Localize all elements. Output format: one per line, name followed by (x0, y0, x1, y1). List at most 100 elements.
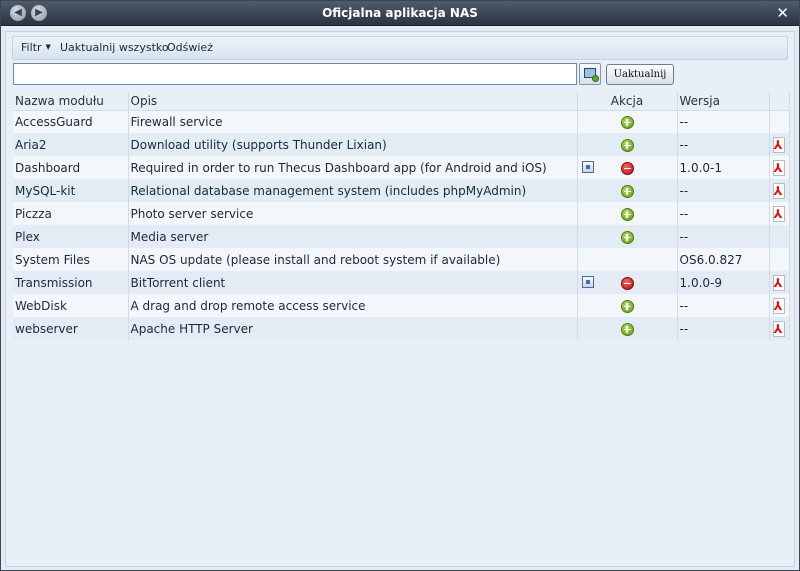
module-version: -- (677, 317, 770, 340)
pdf-swirl-shape: ⅄ (773, 137, 783, 152)
action-cell (577, 271, 678, 294)
module-description: Photo server service (128, 202, 578, 225)
column-header-docs (769, 92, 790, 111)
module-description: Firewall service (128, 110, 578, 133)
refresh-button[interactable]: Odśwież (167, 41, 213, 54)
upload-update-button[interactable]: Uaktualnij (606, 64, 674, 85)
docs-cell (769, 225, 790, 248)
module-name: Transmission (13, 271, 129, 294)
remove-icon[interactable] (620, 161, 634, 175)
table-row[interactable]: AccessGuard Firewall service -- (13, 110, 790, 133)
table-row[interactable]: Piczza Photo server service -- ⅄ (13, 202, 790, 225)
action-cell (577, 133, 678, 156)
update-all-button[interactable]: Uaktualnij wszystko (60, 41, 169, 54)
docs-cell (769, 248, 790, 271)
pdf-icon[interactable]: ⅄ (772, 320, 786, 337)
module-name: AccessGuard (13, 110, 129, 133)
module-name: System Files (13, 248, 129, 271)
module-description: Required in order to run Thecus Dashboar… (128, 156, 578, 179)
chevron-down-icon: ▼ (45, 43, 51, 51)
action-cell (577, 294, 678, 317)
table-row[interactable]: webserver Apache HTTP Server -- ⅄ (13, 317, 790, 340)
docs-cell (769, 110, 790, 133)
modules-table: Nazwa modułu Opis Akcja Wersja AccessGua… (13, 92, 790, 340)
pdf-icon[interactable]: ⅄ (772, 297, 786, 314)
module-version: OS6.0.827 (677, 248, 770, 271)
docs-cell: ⅄ (769, 179, 790, 202)
module-version: -- (677, 133, 770, 156)
module-description: Download utility (supports Thunder Lixia… (128, 133, 578, 156)
table-row[interactable]: Plex Media server -- (13, 225, 790, 248)
open-app-icon[interactable] (581, 276, 594, 288)
filter-menu[interactable]: Filtr ▼ (21, 41, 51, 54)
search-row: Uaktualnij (13, 63, 783, 87)
action-cell (577, 225, 678, 248)
search-input[interactable] (13, 63, 577, 85)
module-name: Aria2 (13, 133, 129, 156)
module-description: Relational database management system (i… (128, 179, 578, 202)
pdf-swirl-shape: ⅄ (773, 298, 783, 313)
action-cell (577, 248, 678, 271)
module-name: WebDisk (13, 294, 129, 317)
pdf-swirl-shape: ⅄ (773, 160, 783, 175)
pdf-icon[interactable]: ⅄ (772, 136, 786, 153)
action-cell (577, 110, 678, 133)
close-icon[interactable]: ✕ (776, 4, 789, 22)
open-app-icon[interactable] (581, 161, 594, 173)
install-icon[interactable] (620, 184, 634, 198)
pdf-icon[interactable]: ⅄ (772, 159, 786, 176)
install-icon[interactable] (620, 230, 634, 244)
table-row[interactable]: WebDisk A drag and drop remote access ser… (13, 294, 790, 317)
docs-cell: ⅄ (769, 156, 790, 179)
action-cell (577, 317, 678, 340)
docs-cell: ⅄ (769, 317, 790, 340)
column-header-name[interactable]: Nazwa modułu (13, 92, 129, 111)
module-name: MySQL-kit (13, 179, 129, 202)
pdf-icon[interactable]: ⅄ (772, 182, 786, 199)
install-icon[interactable] (620, 322, 634, 336)
pdf-swirl-shape: ⅄ (773, 275, 783, 290)
table-row[interactable]: Aria2 Download utility (supports Thunder … (13, 133, 790, 156)
docs-cell: ⅄ (769, 133, 790, 156)
module-version: -- (677, 179, 770, 202)
browse-file-button[interactable] (579, 63, 601, 85)
table-header-row: Nazwa modułu Opis Akcja Wersja (13, 92, 790, 111)
table-row[interactable]: System Files NAS OS update (please instal… (13, 248, 790, 271)
install-icon[interactable] (620, 207, 634, 221)
install-icon[interactable] (620, 115, 634, 129)
toolbar: Filtr ▼ Uaktualnij wszystko Odśwież (12, 36, 788, 60)
title-bar: ◀ ▶ Oficjalna aplikacja NAS ✕ (1, 1, 799, 26)
module-version: -- (677, 294, 770, 317)
pdf-icon[interactable]: ⅄ (772, 205, 786, 222)
table-row[interactable]: Transmission BitTorrent client 1.0.0-9 ⅄ (13, 271, 790, 294)
module-version: 1.0.0-1 (677, 156, 770, 179)
app-window: ◀ ▶ Oficjalna aplikacja NAS ✕ Filtr ▼ Uak… (0, 0, 800, 571)
action-cell (577, 156, 678, 179)
action-cell (577, 179, 678, 202)
module-version: -- (677, 202, 770, 225)
column-header-action[interactable]: Akcja (577, 92, 678, 111)
install-icon[interactable] (620, 299, 634, 313)
remove-icon[interactable] (620, 276, 634, 290)
module-description: A drag and drop remote access service (128, 294, 578, 317)
pdf-icon[interactable]: ⅄ (772, 274, 786, 291)
main-panel: Filtr ▼ Uaktualnij wszystko Odśwież Uaktu… (5, 31, 795, 567)
column-header-description[interactable]: Opis (128, 92, 578, 111)
module-name: webserver (13, 317, 129, 340)
docs-cell: ⅄ (769, 271, 790, 294)
module-name: Piczza (13, 202, 129, 225)
pdf-swirl-shape: ⅄ (773, 321, 783, 336)
filter-label: Filtr (21, 41, 42, 54)
module-description: NAS OS update (please install and reboot… (128, 248, 578, 271)
module-name: Plex (13, 225, 129, 248)
install-icon[interactable] (620, 138, 634, 152)
module-version: -- (677, 110, 770, 133)
column-header-version[interactable]: Wersja (677, 92, 770, 111)
module-description: Apache HTTP Server (128, 317, 578, 340)
pdf-swirl-shape: ⅄ (773, 206, 783, 221)
table-row[interactable]: MySQL-kit Relational database management … (13, 179, 790, 202)
module-version: -- (677, 225, 770, 248)
module-version: 1.0.0-9 (677, 271, 770, 294)
docs-cell: ⅄ (769, 294, 790, 317)
table-row[interactable]: Dashboard Required in order to run Thecus… (13, 156, 790, 179)
